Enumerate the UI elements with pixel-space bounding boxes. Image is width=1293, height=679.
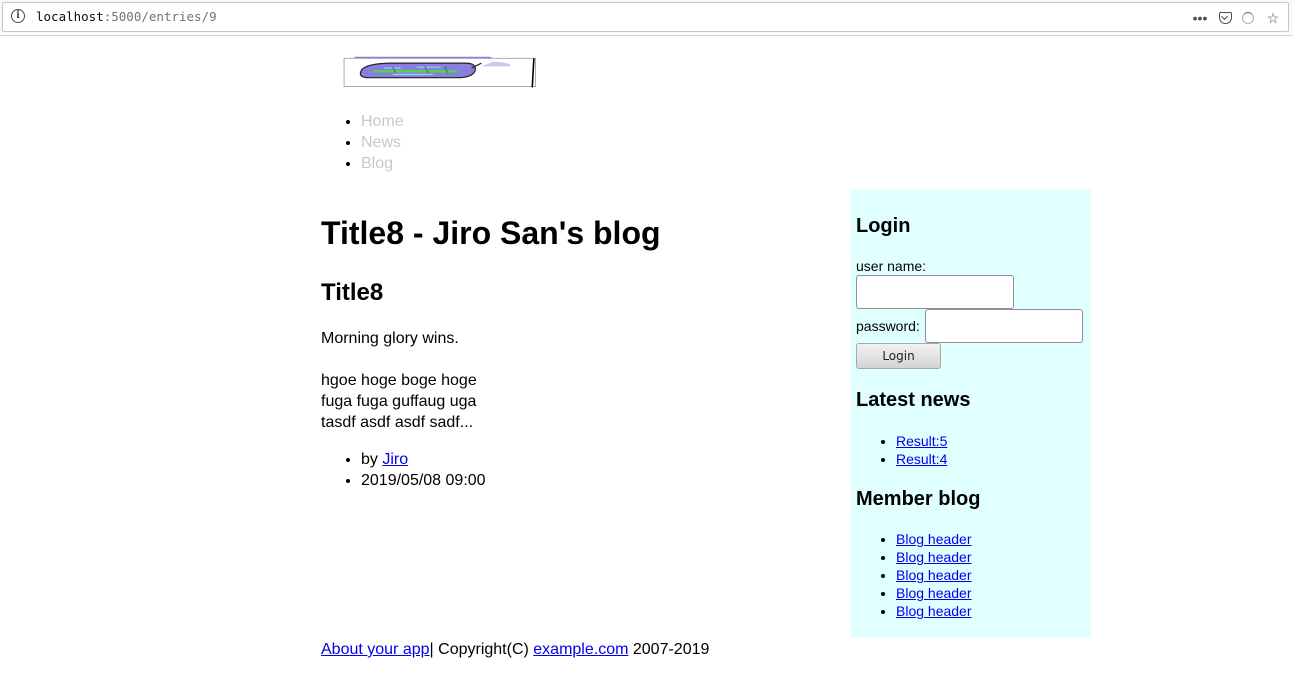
- password-label: password:: [856, 318, 920, 334]
- latest-news-list: Result:5 Result:4: [856, 432, 947, 468]
- news-link[interactable]: Result:4: [896, 451, 947, 467]
- list-item: Blog header: [896, 548, 972, 566]
- member-blog-title: Member blog: [856, 488, 981, 510]
- list-item: Blog header: [896, 566, 972, 584]
- list-item: Blog header: [896, 530, 972, 548]
- site-logo[interactable]: [321, 47, 561, 89]
- list-item: Blog header: [896, 584, 972, 602]
- list-item: Blog header: [896, 602, 972, 620]
- url-host: localhost: [36, 9, 104, 24]
- login-button[interactable]: Login: [856, 343, 941, 369]
- list-item: Result:5: [896, 432, 947, 450]
- address-bar[interactable]: i localhost:5000/entries/9 ••• ☆: [2, 2, 1289, 32]
- toolbar-icons: ••• ☆: [1191, 7, 1282, 29]
- pocket-icon[interactable]: [1219, 12, 1232, 24]
- login-title: Login: [856, 215, 911, 237]
- author-link[interactable]: Jiro: [382, 451, 408, 468]
- blog-link[interactable]: Blog header: [896, 531, 972, 547]
- entry-title: Title8: [321, 279, 384, 306]
- star-icon[interactable]: ☆: [1264, 9, 1282, 27]
- latest-news-title: Latest news: [856, 389, 971, 411]
- page-title: Title8 - Jiro San's blog: [321, 215, 661, 251]
- footer: About your app| Copyright(C) example.com…: [321, 640, 709, 660]
- url-text[interactable]: localhost:5000/entries/9: [36, 9, 217, 24]
- copyright-years: 2007-2019: [628, 641, 710, 658]
- entry-body: hgoe hoge boge hoge fuga fuga guffaug ug…: [321, 370, 477, 433]
- nav-link-news[interactable]: News: [361, 134, 401, 151]
- entry-body-line: tasdf asdf asdf sadf...: [321, 414, 474, 431]
- copyright-text: | Copyright(C): [429, 641, 534, 658]
- main-nav: Home News Blog: [321, 111, 404, 174]
- blog-link[interactable]: Blog header: [896, 549, 972, 565]
- nav-link-home[interactable]: Home: [361, 113, 404, 130]
- username-field[interactable]: [856, 275, 1014, 309]
- blog-link[interactable]: Blog header: [896, 567, 972, 583]
- page-container: Home News Blog Title8 - Jiro San's blog …: [321, 37, 1091, 677]
- nav-item-news: News: [361, 132, 404, 153]
- password-field[interactable]: [925, 309, 1083, 343]
- entry-author: by Jiro: [361, 449, 486, 470]
- entry-body-line: fuga fuga guffaug uga: [321, 393, 477, 410]
- entry-body-line: hgoe hoge boge hoge: [321, 372, 477, 389]
- info-icon[interactable]: i: [11, 9, 25, 23]
- entry-datetime: 2019/05/08 09:00: [361, 470, 486, 491]
- entry-meta: by Jiro 2019/05/08 09:00: [321, 449, 486, 491]
- about-link[interactable]: About your app: [321, 641, 430, 658]
- author-prefix: by: [361, 451, 383, 468]
- nav-item-home: Home: [361, 111, 404, 132]
- browser-toolbar: i localhost:5000/entries/9 ••• ☆: [0, 0, 1293, 36]
- blog-link[interactable]: Blog header: [896, 585, 972, 601]
- more-horizontal-icon[interactable]: •••: [1191, 9, 1209, 27]
- username-label: user name:: [856, 258, 927, 274]
- loading-icon: [1242, 12, 1254, 24]
- url-path: :5000/entries/9: [103, 9, 217, 24]
- sidebar: Login user name: password: Login Latest …: [851, 190, 1091, 638]
- entry-summary: Morning glory wins.: [321, 330, 459, 347]
- list-item: Result:4: [896, 450, 947, 468]
- nav-item-blog: Blog: [361, 153, 404, 174]
- nav-link-blog[interactable]: Blog: [361, 155, 393, 172]
- site-link[interactable]: example.com: [533, 641, 628, 658]
- news-link[interactable]: Result:5: [896, 433, 947, 449]
- member-blog-list: Blog header Blog header Blog header Blog…: [856, 530, 972, 620]
- blog-link[interactable]: Blog header: [896, 603, 972, 619]
